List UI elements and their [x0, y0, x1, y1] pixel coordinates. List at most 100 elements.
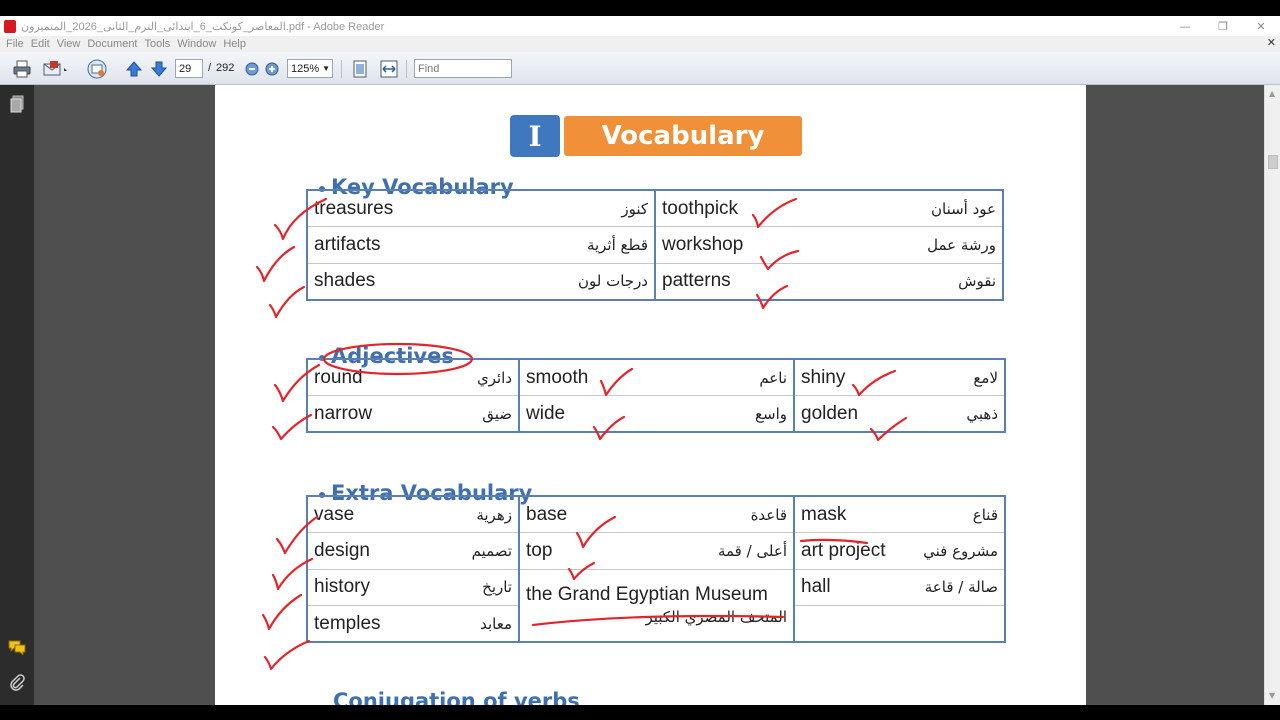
zoom-select[interactable]: 125% ▼: [287, 59, 333, 78]
section-title-banner: Vocabulary: [564, 116, 802, 156]
minimize-button[interactable]: —: [1166, 16, 1204, 36]
toolbar-divider: [341, 60, 342, 78]
pages-icon: [10, 95, 24, 113]
pdf-page: I Vocabulary Key Vocabulary treasures كنو…: [215, 85, 1086, 705]
check-mark-icon: [268, 285, 306, 319]
table-row: round دائري smooth ناعم shiny لامع: [307, 359, 1005, 396]
table-row: vase زهرية base قاعدة mask قناع: [307, 496, 1005, 533]
menu-file[interactable]: File: [6, 38, 24, 50]
vocab-en: shades: [314, 270, 376, 291]
collaborate-button[interactable]: [84, 58, 110, 80]
zoom-out-button[interactable]: [243, 58, 261, 80]
extra-vocabulary-table: vase زهرية base قاعدة mask قناع design تصميم…: [306, 495, 1006, 643]
email-button[interactable]: [40, 58, 72, 80]
vocab-en: workshop: [662, 233, 744, 255]
bottom-bar: [0, 705, 1280, 720]
vocab-ar: واسع: [755, 404, 787, 423]
vocab-ar: تصميم: [471, 541, 512, 560]
comments-panel-button[interactable]: [8, 638, 26, 656]
menu-edit[interactable]: Edit: [31, 38, 50, 50]
zoom-out-icon: [245, 62, 259, 76]
check-mark-icon: [261, 593, 303, 631]
vocab-ar: تاريخ: [482, 578, 512, 597]
vocab-en: shiny: [801, 366, 846, 388]
check-mark-icon: [255, 245, 296, 283]
vocab-en: artifacts: [314, 233, 381, 255]
adobe-reader-window: المعاصر_كونكت_6_ابتدائى_الترم_الثانى_202…: [0, 0, 1280, 720]
navigation-panel: [0, 85, 34, 705]
table-row: design تصميم top أعلى / قمة art project مشر…: [307, 532, 1005, 570]
collaborate-icon: [87, 59, 107, 79]
vocab-en: toothpick: [662, 197, 739, 219]
vertical-scrollbar[interactable]: ▲ ▼: [1264, 85, 1280, 705]
vocab-ar: مشروع فني: [923, 541, 998, 560]
previous-page-button[interactable]: [123, 58, 145, 80]
close-button[interactable]: ✕: [1242, 16, 1280, 36]
fit-page-button[interactable]: [350, 58, 370, 80]
zoom-value: 125%: [291, 62, 320, 75]
window-title: المعاصر_كونكت_6_ابتدائى_الترم_الثانى_202…: [21, 20, 385, 33]
menu-tools[interactable]: Tools: [145, 38, 171, 50]
maximize-button[interactable]: ❐: [1204, 16, 1242, 36]
vocab-en: patterns: [662, 270, 731, 291]
fit-page-icon: [353, 60, 367, 78]
fit-width-button[interactable]: [379, 58, 399, 80]
print-icon: [13, 60, 31, 78]
menu-help[interactable]: Help: [223, 38, 246, 50]
vocab-ar: ضيق: [482, 404, 512, 423]
vocab-ar: عود أسنان: [931, 199, 996, 218]
chevron-down-icon: ▼: [322, 64, 330, 73]
vocab-ar: معابد: [480, 614, 512, 633]
vocab-en: temples: [314, 612, 381, 634]
close-document-button[interactable]: ✕: [1267, 36, 1276, 49]
vocab-en: design: [314, 539, 370, 561]
menu-window[interactable]: Window: [177, 38, 216, 50]
vocab-ar: ناعم: [759, 368, 787, 387]
vocab-ar: ورشة عمل: [927, 235, 996, 254]
email-icon: [43, 61, 67, 76]
vocab-en: wide: [526, 402, 566, 424]
zoom-in-icon: [265, 62, 279, 76]
vocab-ar: صالة / قاعة: [924, 578, 998, 597]
page-content: I Vocabulary Key Vocabulary treasures كنو…: [215, 85, 1086, 705]
vocab-en: base: [526, 503, 568, 525]
vocab-ar: دائري: [476, 368, 512, 387]
key-vocabulary-table: treasures كنوز toothpick عود أسنان artifac…: [306, 189, 1004, 301]
vocab-ar: زهرية: [476, 505, 512, 524]
vocab-ar: درجات لون: [578, 272, 648, 290]
document-viewport[interactable]: I Vocabulary Key Vocabulary treasures كنو…: [34, 85, 1264, 705]
attachments-panel-button[interactable]: [8, 674, 26, 692]
find-input[interactable]: Find: [414, 59, 512, 78]
fit-width-icon: [380, 60, 398, 78]
next-page-button[interactable]: [148, 58, 170, 80]
window-controls: — ❐ ✕: [1166, 16, 1280, 36]
check-mark-icon: [263, 639, 311, 671]
vocab-ar: لامع: [973, 368, 998, 387]
print-button[interactable]: [10, 58, 34, 80]
vocab-en: treasures: [314, 197, 394, 219]
scroll-down-icon[interactable]: ▼: [1269, 691, 1275, 700]
scroll-thumb[interactable]: [1268, 155, 1278, 169]
vocab-en: history: [314, 576, 370, 598]
pdf-app-icon: [4, 19, 16, 33]
arrow-down-icon: [150, 61, 168, 77]
page-number-input[interactable]: 29: [175, 59, 203, 78]
vocab-en: hall: [801, 576, 831, 598]
table-row: shades درجات لون patterns نقوش: [307, 263, 1003, 300]
next-section-title: Conjugation of verbs: [333, 689, 580, 705]
section-number-badge: I: [510, 115, 560, 157]
table-row: history تاريخ the Grand Egyptian Museum ال…: [307, 569, 1005, 643]
arrow-up-icon: [125, 61, 143, 77]
comment-icon: [8, 640, 26, 655]
vocab-en: top: [526, 539, 553, 561]
zoom-in-button[interactable]: [263, 58, 281, 80]
scroll-up-icon[interactable]: ▲: [1269, 89, 1275, 98]
menu-view[interactable]: View: [57, 38, 81, 50]
pages-panel-button[interactable]: [8, 95, 26, 113]
page-separator: /: [208, 62, 212, 74]
menu-document[interactable]: Document: [87, 38, 137, 50]
title-bar: المعاصر_كونكت_6_ابتدائى_الترم_الثانى_202…: [0, 16, 1280, 36]
menu-bar: File Edit View Document Tools Window Hel…: [0, 36, 1280, 52]
table-row: artifacts قطع أثرية workshop ورشة عمل: [307, 226, 1003, 264]
vocab-ar: كنوز: [621, 199, 648, 218]
